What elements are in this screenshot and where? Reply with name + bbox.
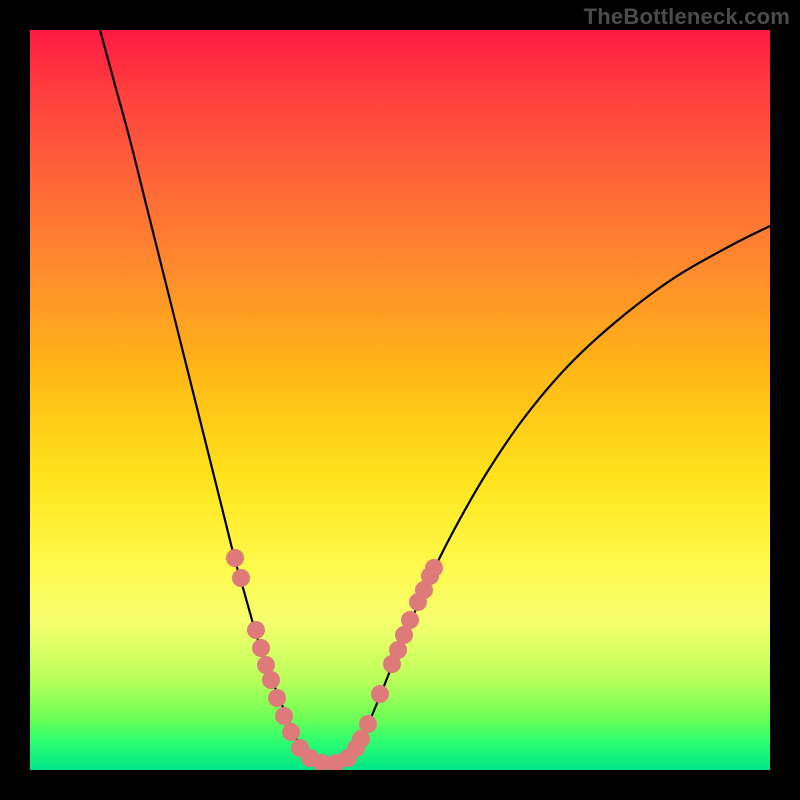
marker-dot bbox=[262, 671, 280, 689]
marker-dot bbox=[232, 569, 250, 587]
marker-dot bbox=[359, 715, 377, 733]
chart-svg bbox=[30, 30, 770, 770]
watermark-text: TheBottleneck.com bbox=[584, 4, 790, 30]
marker-dot bbox=[226, 549, 244, 567]
marker-dot bbox=[268, 689, 286, 707]
marker-dot bbox=[247, 621, 265, 639]
marker-dot bbox=[275, 707, 293, 725]
marker-dot bbox=[425, 559, 443, 577]
chart-plot-area bbox=[30, 30, 770, 770]
marker-dot bbox=[252, 639, 270, 657]
bottleneck-curve bbox=[100, 30, 770, 765]
marker-dot bbox=[282, 723, 300, 741]
curve-group bbox=[100, 30, 770, 765]
marker-dot bbox=[371, 685, 389, 703]
chart-frame: TheBottleneck.com bbox=[0, 0, 800, 800]
marker-dot bbox=[401, 611, 419, 629]
marker-group bbox=[226, 549, 443, 770]
